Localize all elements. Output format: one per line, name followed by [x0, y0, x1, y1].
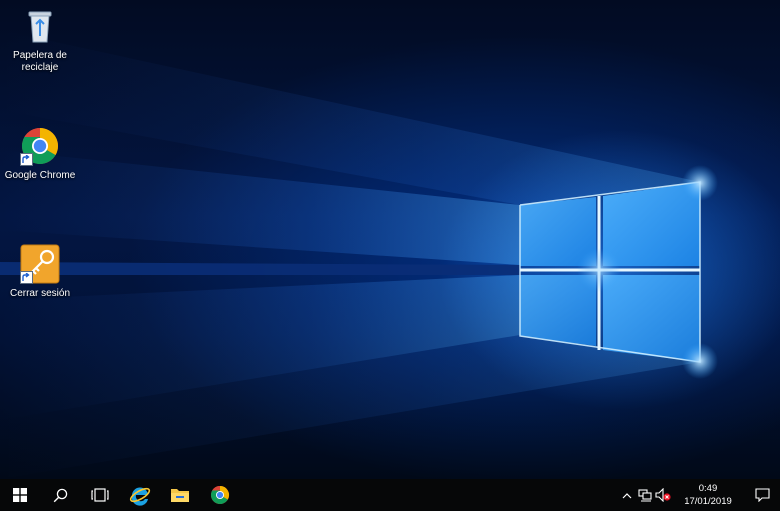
internet-explorer-icon [129, 487, 151, 506]
clock-time: 0:49 [698, 483, 718, 494]
chevron-up-icon [622, 492, 632, 498]
shortcut-arrow-icon [20, 153, 33, 166]
show-hidden-icons-button[interactable] [618, 479, 636, 511]
recycle-bin-icon [20, 6, 60, 46]
desktop-icon-google-chrome[interactable]: Google Chrome [2, 126, 78, 182]
search-button[interactable] [40, 479, 80, 511]
system-tray: 0:49 17/01/2019 [618, 479, 780, 511]
chrome-icon [20, 126, 60, 166]
volume-muted-icon [655, 488, 671, 502]
shortcut-arrow-icon [20, 271, 33, 284]
desktop-icon-label: Cerrar sesión [9, 288, 71, 299]
action-center-button[interactable] [744, 479, 780, 511]
windows-start-icon [13, 488, 27, 502]
desktop-icon-label: Papelera de reciclaje [13, 50, 67, 73]
task-view-icon [91, 488, 109, 502]
file-explorer-icon [171, 489, 189, 502]
network-button[interactable] [636, 479, 654, 511]
desktop-wallpaper [0, 0, 780, 479]
action-center-icon [754, 488, 770, 502]
desktop-icon-label: Google Chrome [4, 170, 76, 181]
network-icon [637, 488, 652, 501]
search-icon [53, 488, 67, 502]
key-icon [20, 244, 60, 284]
task-view-button[interactable] [80, 479, 120, 511]
clock[interactable]: 0:49 17/01/2019 [676, 482, 740, 508]
chrome-taskbar-button[interactable] [200, 479, 240, 511]
volume-button[interactable] [654, 479, 672, 511]
chrome-icon [210, 486, 230, 505]
internet-explorer-button[interactable] [120, 479, 160, 511]
desktop-icon-recycle-bin[interactable]: Papelera de reciclaje [2, 6, 78, 74]
desktop-icon-cerrar-sesion[interactable]: Cerrar sesión [2, 244, 78, 300]
taskbar: 0:49 17/01/2019 [0, 479, 780, 511]
file-explorer-button[interactable] [160, 479, 200, 511]
start-button[interactable] [0, 479, 40, 511]
windows-logo-light [0, 30, 718, 479]
clock-date: 17/01/2019 [684, 496, 732, 507]
